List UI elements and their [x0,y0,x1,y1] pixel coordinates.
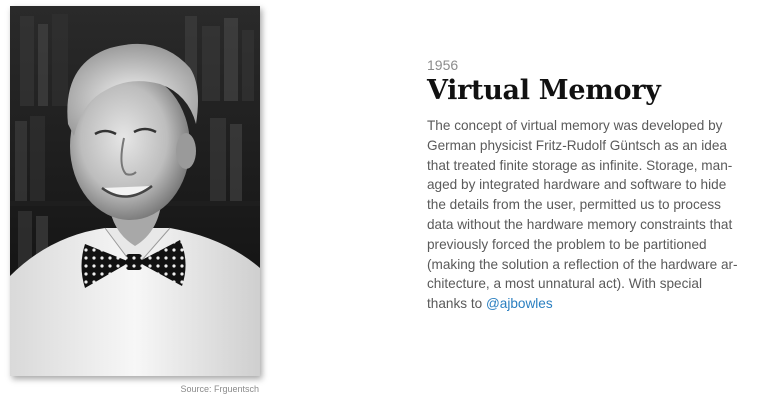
article-page: Source: Frguentsch 1956 Virtual Memory T… [0,0,766,402]
portrait-image [10,6,260,376]
portrait-photo [10,6,260,376]
description-line: the details from the user, permitted us … [427,197,721,213]
description-line: chitecture, a most unnatural act). With … [427,276,703,292]
thanks-link[interactable]: @ajbowles [486,296,553,311]
entry-title: Virtual Memory [427,75,661,106]
entry-description: The concept of virtual memory was develo… [427,116,757,314]
description-line: aged by integrated hardware and software… [427,177,727,193]
entry-year: 1956 [427,57,459,73]
description-line: that treated finite storage as infinite.… [427,157,733,173]
photo-source-caption: Source: Frguentsch [180,384,259,394]
description-line: German physicist Fritz-Rudolf Güntsch as… [427,137,727,153]
description-line: The concept of virtual memory was develo… [427,118,723,133]
entry-text-block: 1956 Virtual Memory The concept of virtu… [427,56,757,314]
description-line: data without the hardware memory constra… [427,216,733,232]
description-line: previously forced the problem to be part… [427,236,707,252]
description-line: (making the solution a reflection of the… [427,256,738,272]
description-line: thanks to [427,296,486,312]
